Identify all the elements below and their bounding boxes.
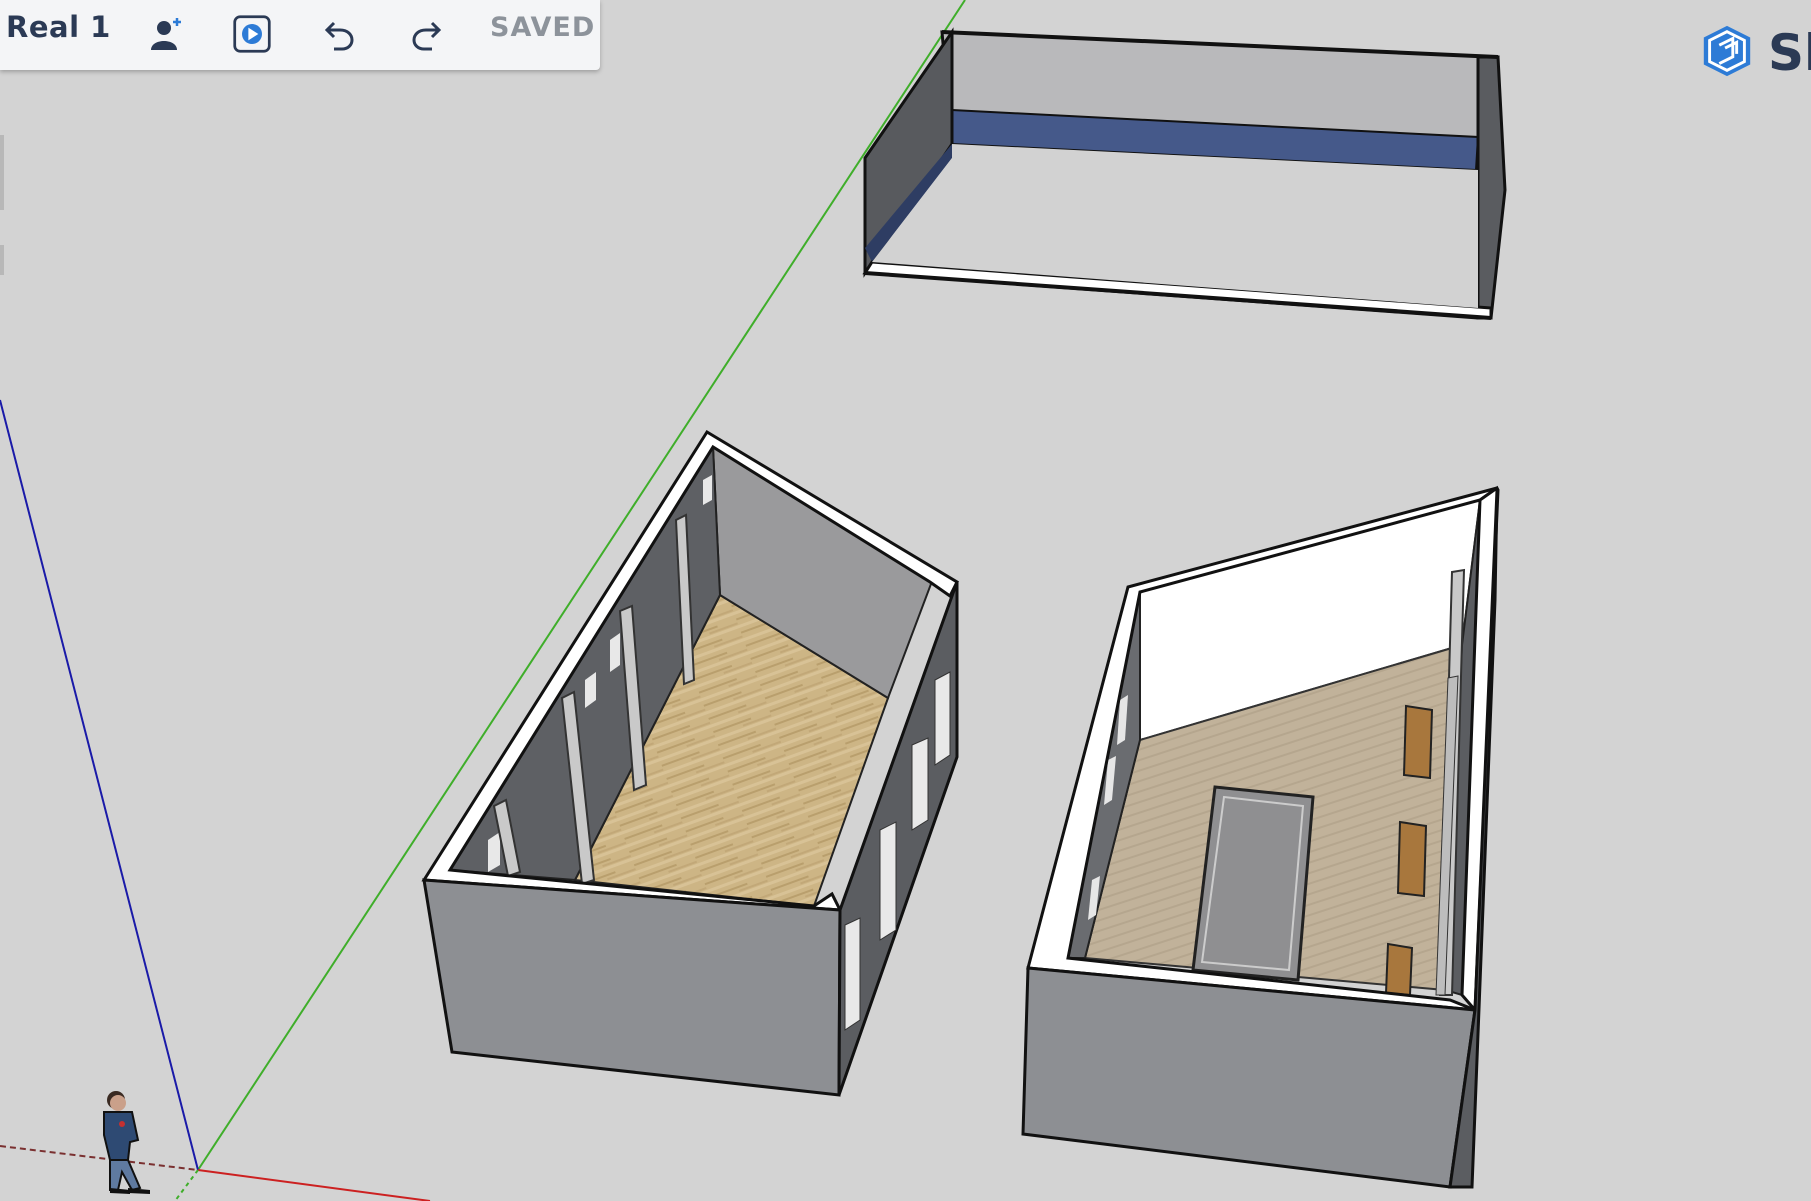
undo-button[interactable] bbox=[314, 8, 366, 60]
person-plus-icon bbox=[151, 18, 181, 50]
green-axis-negative bbox=[174, 1169, 199, 1201]
left-panel-edge-lower[interactable] bbox=[0, 245, 4, 275]
play-icon bbox=[233, 15, 271, 53]
scale-figure[interactable] bbox=[103, 1091, 150, 1194]
top-toolbar: Real 1 SAVED bbox=[0, 0, 600, 70]
upper-room-model[interactable] bbox=[862, 27, 1507, 320]
sketchup-logo-icon bbox=[1703, 25, 1751, 77]
add-collaborator-button[interactable] bbox=[140, 8, 192, 60]
red-axis bbox=[197, 1169, 431, 1201]
brand-logo[interactable]: Sk bbox=[1698, 22, 1811, 82]
save-status: SAVED bbox=[490, 12, 596, 43]
left-room-model[interactable] bbox=[421, 429, 959, 1097]
blue-axis bbox=[0, 399, 199, 1171]
model-title[interactable]: Real 1 bbox=[6, 10, 111, 44]
right-room-model[interactable] bbox=[1021, 485, 1500, 1189]
viewport-canvas[interactable] bbox=[0, 0, 1811, 1201]
present-button[interactable] bbox=[226, 8, 278, 60]
brand-text: Sk bbox=[1768, 24, 1811, 82]
redo-icon bbox=[412, 21, 442, 51]
undo-icon bbox=[324, 21, 354, 51]
red-axis-negative bbox=[0, 1145, 199, 1171]
redo-button[interactable] bbox=[400, 8, 452, 60]
left-panel-edge[interactable] bbox=[0, 135, 4, 210]
